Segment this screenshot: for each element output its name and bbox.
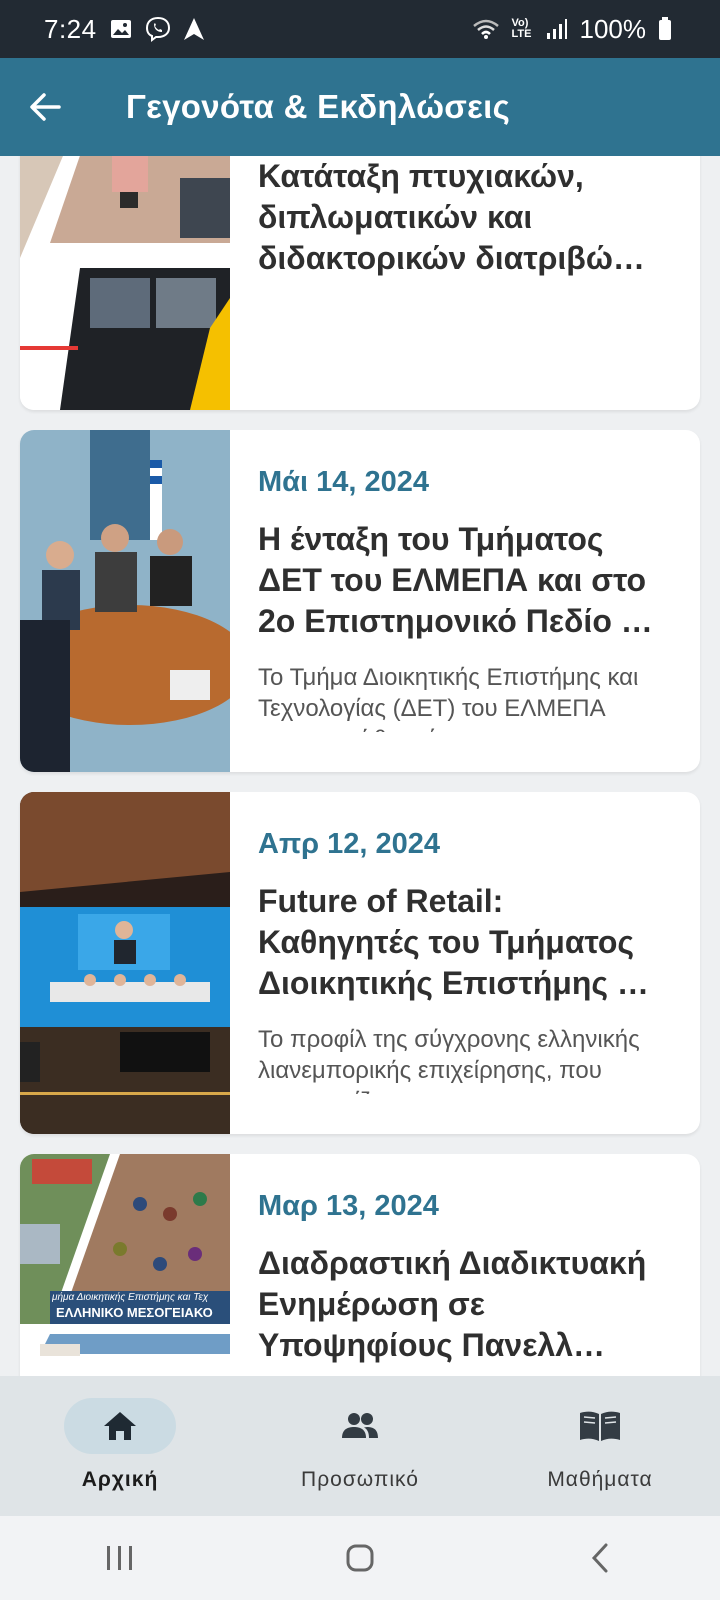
image-icon (109, 17, 133, 41)
image-caption-line2: ΕΛΛΗΝΙΚΟ ΜΕΣΟΓΕΙΑΚΟ (56, 1305, 213, 1320)
news-excerpt: Το προφίλ της σύγχρονης ελληνικής λιανεμ… (258, 1026, 640, 1094)
arrow-back-icon (30, 93, 61, 121)
nav-label: Προσωπικό (301, 1468, 419, 1491)
battery-percent: 100% (579, 13, 647, 44)
chevron-left-icon (591, 1543, 608, 1573)
nav-item-courses[interactable]: Μαθήματα (480, 1376, 720, 1516)
status-bar: 7:24 Vo) LTE 100% (0, 0, 720, 58)
status-right: Vo) LTE 100% (472, 14, 673, 45)
news-date: Μαρ 13, 2024 (258, 1190, 439, 1222)
home-icon (104, 1412, 136, 1440)
lte-label: Vo) LTE (511, 17, 532, 40)
book-icon (580, 1411, 620, 1441)
news-thumbnail (20, 792, 230, 1134)
news-card-body: Κατάταξη πτυχιακών, διπλωματικών και διδ… (230, 156, 700, 410)
image-caption-line1: μήμα Διοικητικής Επιστήμης και Τεχ (52, 1292, 209, 1303)
news-title: Η ένταξη του Τμήματος ΔΕΤ του ΕΛΜΕΠΑ και… (258, 521, 653, 639)
news-card-body: Μάι 14, 2024 Η ένταξη του Τμήματος ΔΕΤ τ… (230, 430, 700, 772)
news-title: Future of Retail: Καθηγητές του Τμήματος… (258, 883, 649, 1001)
viber-icon (145, 16, 171, 42)
news-card[interactable]: Μάι 14, 2024 Η ένταξη του Τμήματος ΔΕΤ τ… (20, 430, 700, 772)
signal-icon (546, 18, 568, 40)
status-left: 7:24 (44, 14, 205, 45)
news-date: Απρ 12, 2024 (258, 828, 441, 860)
app-bar: Γεγονότα & Εκδηλώσεις (0, 58, 720, 156)
news-title: Κατάταξη πτυχιακών, διπλωματικών και διδ… (258, 158, 645, 276)
news-card-body: Μαρ 13, 2024 Διαδραστική Διαδικτυακή Ενη… (230, 1154, 700, 1376)
news-card[interactable]: Κατάταξη πτυχιακών, διπλωματικών και διδ… (20, 156, 700, 410)
news-title: Διαδραστική Διαδικτυακή Ενημέρωση σε Υπο… (258, 1245, 647, 1363)
nav-label: Αρχική (81, 1468, 159, 1491)
navigation-icon (183, 17, 205, 41)
home-circle-icon (346, 1544, 374, 1572)
system-navigation (0, 1516, 720, 1600)
news-thumbnail: μήμα Διοικητικής Επιστήμης και Τεχ ΕΛΛΗΝ… (20, 1154, 230, 1376)
page-title: Γεγονότα & Εκδηλώσεις (126, 88, 511, 125)
recent-apps-icon (107, 1546, 132, 1570)
news-card[interactable]: Απρ 12, 2024 Future of Retail: Καθηγητές… (20, 792, 700, 1134)
news-list[interactable]: Κατάταξη πτυχιακών, διπλωματικών και διδ… (0, 156, 720, 1376)
nav-item-home[interactable]: Αρχική (0, 1376, 240, 1516)
back-button[interactable] (0, 58, 90, 156)
nav-item-staff[interactable]: Προσωπικό (240, 1376, 480, 1516)
status-time: 7:24 (44, 13, 97, 44)
battery-icon (658, 17, 672, 41)
news-card[interactable]: μήμα Διοικητικής Επιστήμης και Τεχ ΕΛΛΗΝ… (20, 1154, 700, 1376)
nav-active-pill (64, 1398, 176, 1454)
news-date: Μάι 14, 2024 (258, 466, 429, 498)
nav-label: Μαθήματα (547, 1468, 653, 1491)
news-thumbnail (20, 156, 230, 410)
news-card-body: Απρ 12, 2024 Future of Retail: Καθηγητές… (230, 792, 700, 1134)
home-system-button[interactable] (300, 1516, 420, 1600)
bottom-navigation: Αρχική Προσωπικό Μαθήματα (0, 1376, 720, 1516)
news-excerpt: Το Τμήμα Διοικητικής Επιστήμης και Τεχνο… (258, 664, 639, 732)
people-icon (342, 1413, 378, 1438)
lte-icon: Vo) LTE (512, 18, 534, 40)
back-system-button[interactable] (540, 1516, 660, 1600)
wifi-icon (472, 18, 500, 40)
news-thumbnail (20, 430, 230, 772)
recent-apps-button[interactable] (60, 1516, 180, 1600)
